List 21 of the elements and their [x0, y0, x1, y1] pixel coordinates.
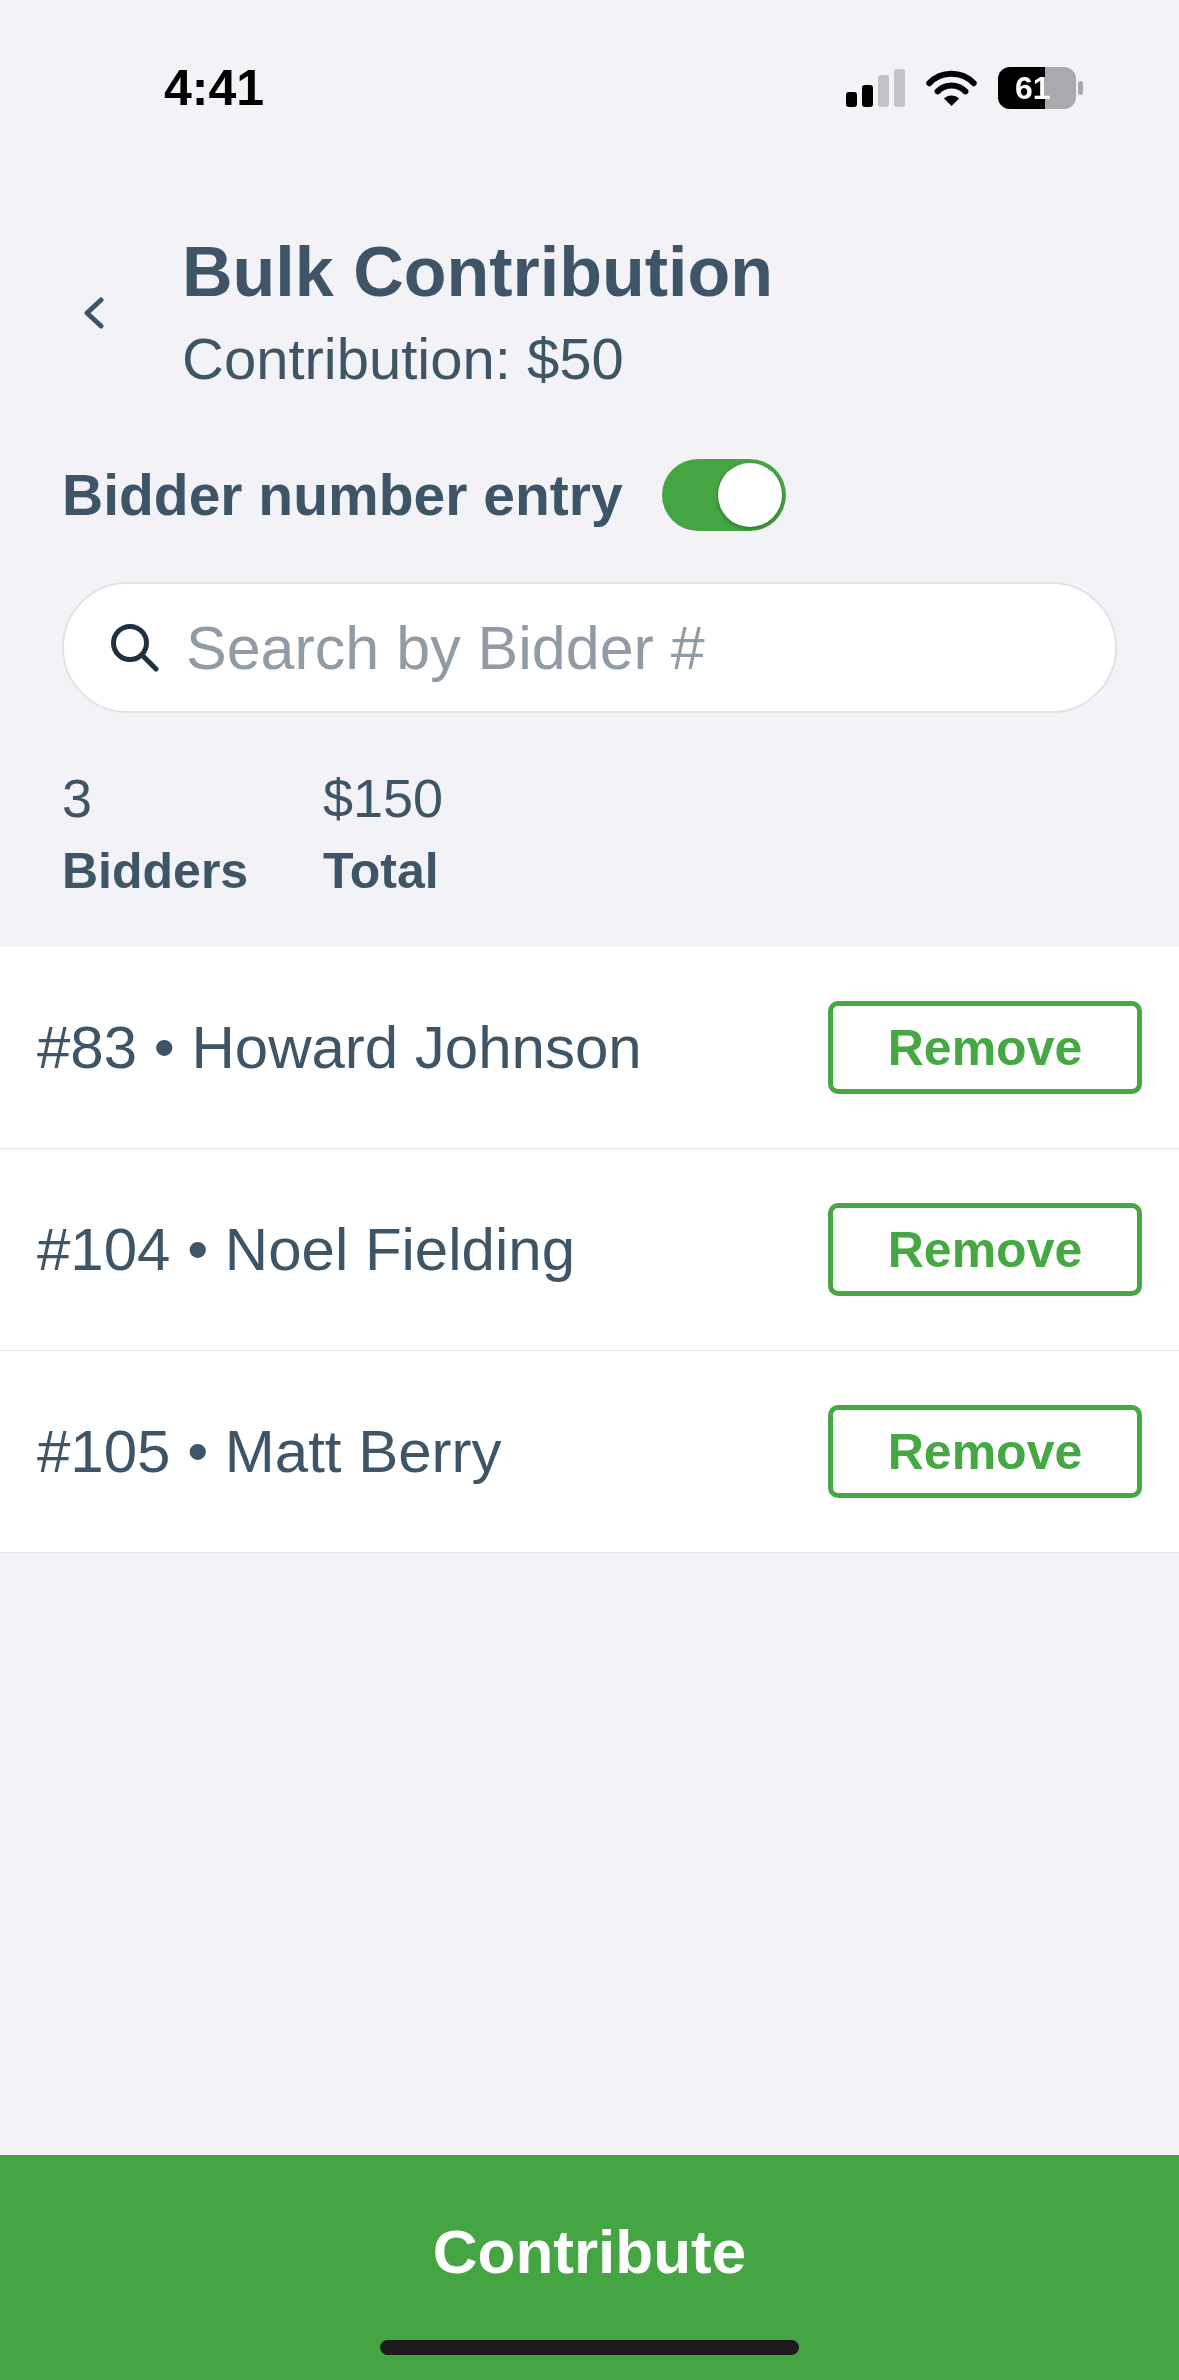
bidder-name: #104 • Noel Fielding	[37, 1214, 575, 1285]
toggle-label: Bidder number entry	[62, 462, 623, 528]
page-title: Bulk Contribution	[182, 232, 773, 312]
bidder-name: #105 • Matt Berry	[37, 1416, 502, 1487]
stat-value: 3	[62, 767, 93, 829]
stat-label: Total	[323, 842, 439, 901]
page-subtitle: Contribution: $50	[182, 325, 625, 393]
stat-label: Bidders	[62, 842, 249, 901]
remove-button[interactable]: Remove	[828, 1001, 1142, 1094]
bidder-name: #83 • Howard Johnson	[37, 1012, 642, 1083]
remove-button[interactable]: Remove	[828, 1405, 1142, 1498]
chevron-left-icon	[83, 296, 105, 329]
remove-button[interactable]: Remove	[828, 1203, 1142, 1296]
search-icon	[110, 623, 159, 672]
back-button[interactable]	[83, 296, 105, 329]
stat-value: $150	[323, 767, 444, 829]
signal-icon	[846, 69, 905, 107]
status-time: 4:41	[164, 63, 265, 113]
wifi-icon	[926, 69, 977, 107]
contribute-button[interactable]: Contribute	[0, 2155, 1179, 2380]
search-field[interactable]: Search by Bidder #	[62, 582, 1117, 713]
